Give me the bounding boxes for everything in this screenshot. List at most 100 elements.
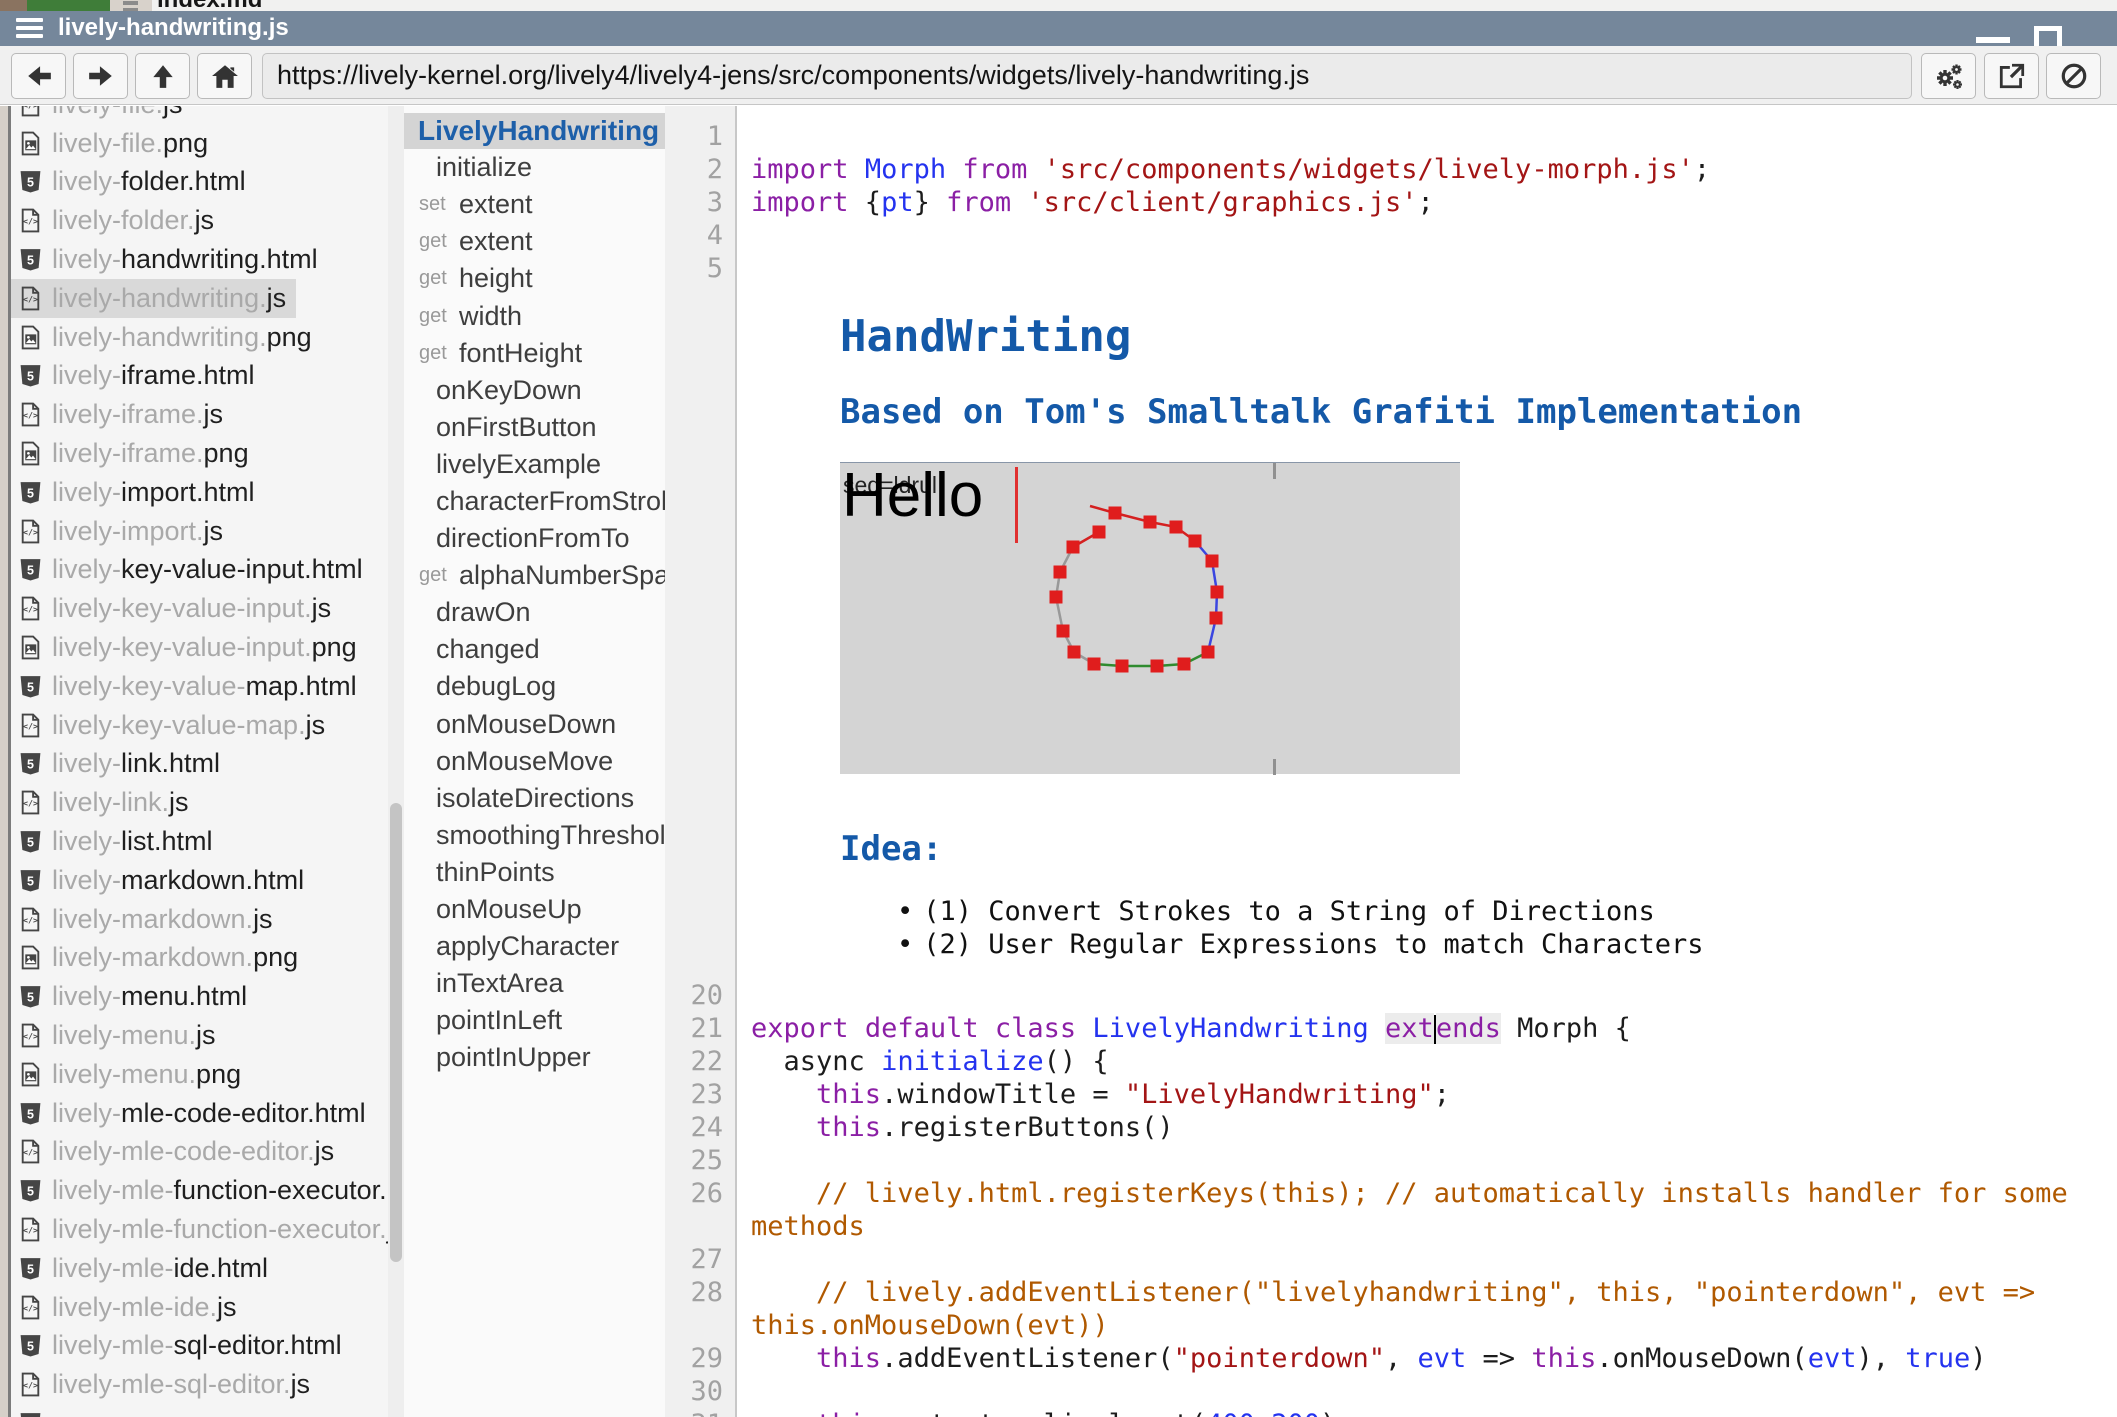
markdown-block[interactable]: Idea: (735, 774, 2117, 870)
forward-button[interactable] (73, 53, 128, 99)
outline-getter[interactable]: getalphaNumberSpaceRa (404, 557, 665, 594)
code-line[interactable]: // lively.addEventListener("livelyhandwr… (735, 1276, 2117, 1342)
file-row[interactable]: 5lively-import.html (11, 473, 265, 512)
code-line[interactable]: this.addEventListener("pointerdown", evt… (735, 1342, 2117, 1375)
file-row[interactable]: 5lively-mle-sql-editor.html (11, 1327, 352, 1366)
code-line[interactable] (735, 1144, 2117, 1177)
outline-class-selected[interactable]: LivelyHandwriting (404, 112, 665, 149)
outline-method[interactable]: isolateDirections (404, 780, 665, 817)
code-line[interactable]: this.extent = lively.pt(400,200) (735, 1408, 2117, 1417)
markdown-image-block[interactable]: seq=ldrulHello (735, 433, 2117, 774)
up-button[interactable] (135, 53, 190, 99)
outline-getter[interactable]: getextent (404, 223, 665, 260)
file-row[interactable]: 5lively-key-value-input.html (11, 551, 373, 590)
file-row[interactable]: </>lively-menu.js (11, 1016, 226, 1055)
outline-method[interactable]: debugLog (404, 668, 665, 705)
code-line[interactable]: import {pt} from 'src/client/graphics.js… (735, 186, 2117, 219)
code-line[interactable] (735, 979, 2117, 1012)
block-button[interactable] (2046, 53, 2101, 99)
file-row[interactable]: lively-key-value-input.png (11, 628, 367, 667)
file-row-selected[interactable]: </>lively-handwriting.js (11, 279, 296, 318)
hamburger-menu-icon[interactable] (16, 18, 43, 39)
file-row[interactable]: </>lively-mle-function-executor.js (11, 1210, 388, 1249)
outline-method[interactable]: livelyExample (404, 446, 665, 483)
code-line[interactable]: // lively.html.registerKeys(this); // au… (735, 1177, 2117, 1243)
file-row[interactable]: 5lively-mle-function-executor.html (11, 1171, 388, 1210)
code-line[interactable] (735, 252, 2117, 285)
markdown-block[interactable]: HandWriting (735, 285, 2117, 363)
file-row[interactable]: 5lively-mle-code-editor.html (11, 1094, 376, 1133)
file-row[interactable]: </>lively-link.js (11, 783, 199, 822)
js-file-icon: </> (18, 1217, 43, 1242)
code-line[interactable] (735, 1375, 2117, 1408)
file-row[interactable]: 5lively-markdown.html (11, 861, 314, 900)
file-row[interactable]: lively-menu.png (11, 1055, 251, 1094)
file-row[interactable]: 5lively-handwriting.html (11, 240, 328, 279)
file-row[interactable]: </>lively-markdown.js (11, 900, 283, 939)
html-file-icon: 5 (18, 363, 43, 388)
code-line[interactable]: import Morph from 'src/components/widget… (735, 153, 2117, 186)
file-row[interactable]: </>lively-import.js (11, 512, 233, 551)
file-list-scrollbar[interactable] (388, 106, 404, 1417)
back-button[interactable] (11, 53, 66, 99)
outline-getter[interactable]: getwidth (404, 297, 665, 334)
scrollbar-thumb[interactable] (390, 803, 402, 1262)
code-line[interactable] (735, 219, 2117, 252)
outline-method[interactable]: onMouseUp (404, 891, 665, 928)
file-row[interactable]: lively-iframe.png (11, 434, 259, 473)
file-row[interactable]: 5lively-menu.html (11, 977, 257, 1016)
minimize-button[interactable] (1976, 37, 2010, 43)
outline-method[interactable]: characterFromStrokes (404, 483, 665, 520)
outline-method[interactable]: pointInLeft (404, 1002, 665, 1039)
outline-method[interactable]: changed (404, 631, 665, 668)
code-editor[interactable]: 1 2import Morph from 'src/components/wid… (665, 106, 2117, 1417)
outline-method[interactable]: onMouseMove (404, 743, 665, 780)
outline-method[interactable]: applyCharacter (404, 928, 665, 965)
open-external-button[interactable] (1984, 53, 2039, 99)
file-row[interactable]: </>lively-folder.js (11, 201, 224, 240)
code-line[interactable]: async initialize() { (735, 1045, 2117, 1078)
outline-method[interactable]: onMouseDown (404, 706, 665, 743)
outline-setter[interactable]: setextent (404, 186, 665, 223)
outline-method[interactable]: initialize (404, 149, 665, 186)
code-line[interactable] (735, 1243, 2117, 1276)
outline-getter[interactable]: getfontHeight (404, 335, 665, 372)
outline-method[interactable]: onFirstButton (404, 409, 665, 446)
file-row[interactable]: lively-file.png (11, 124, 218, 163)
outline-method[interactable]: drawOn (404, 594, 665, 631)
outline-method[interactable]: inTextArea (404, 965, 665, 1002)
code-line[interactable] (735, 120, 2117, 153)
outline-method[interactable]: smoothingThresholdSqua (404, 817, 665, 854)
file-row[interactable]: 5lively-folder.html (11, 163, 256, 202)
file-row[interactable]: </>lively-mle-code-editor.js (11, 1133, 344, 1172)
file-row[interactable]: 5lively-key-value-map.html (11, 667, 367, 706)
outline-method[interactable]: thinPoints (404, 854, 665, 891)
file-row[interactable]: 5lively-mle-ide.html (11, 1249, 278, 1288)
file-row[interactable]: </>lively-mle-ide.js (11, 1288, 247, 1327)
file-row[interactable]: </>lively-mle-sql-editor.js (11, 1365, 320, 1404)
outline-method[interactable]: onKeyDown (404, 372, 665, 409)
url-input[interactable]: https://lively-kernel.org/lively4/lively… (262, 53, 1912, 99)
outline-getter[interactable]: getheight (404, 260, 665, 297)
file-row[interactable]: </>lively-key-value-map.js (11, 706, 335, 745)
file-row[interactable]: lively-markdown.png (11, 939, 308, 978)
file-row[interactable]: </>lively-file.js (11, 106, 193, 124)
file-row[interactable]: 5 (11, 1404, 62, 1417)
file-row[interactable]: </>lively-key-value-input.js (11, 589, 341, 628)
settings-button[interactable] (1921, 53, 1976, 99)
home-button[interactable] (197, 53, 252, 99)
file-row[interactable]: 5lively-iframe.html (11, 357, 265, 396)
markdown-block[interactable]: Based on Tom's Smalltalk Grafiti Impleme… (735, 363, 2117, 433)
file-row[interactable]: lively-handwriting.png (11, 318, 322, 357)
code-line[interactable]: export default class LivelyHandwriting e… (735, 1012, 2117, 1045)
file-row[interactable]: 5lively-link.html (11, 745, 230, 784)
outline-method[interactable]: directionFromTo (404, 520, 665, 557)
outline-method[interactable]: pointInUpper (404, 1039, 665, 1076)
file-row[interactable]: 5lively-list.html (11, 822, 223, 861)
code-line[interactable]: this.windowTitle = "LivelyHandwriting"; (735, 1078, 2117, 1111)
line-number: 21 (665, 1012, 735, 1045)
markdown-block[interactable]: •(1) Convert Strokes to a String of Dire… (735, 870, 2117, 961)
code-line[interactable]: this.registerButtons() (735, 1111, 2117, 1144)
file-row[interactable]: </>lively-iframe.js (11, 395, 233, 434)
line-number (665, 363, 735, 433)
